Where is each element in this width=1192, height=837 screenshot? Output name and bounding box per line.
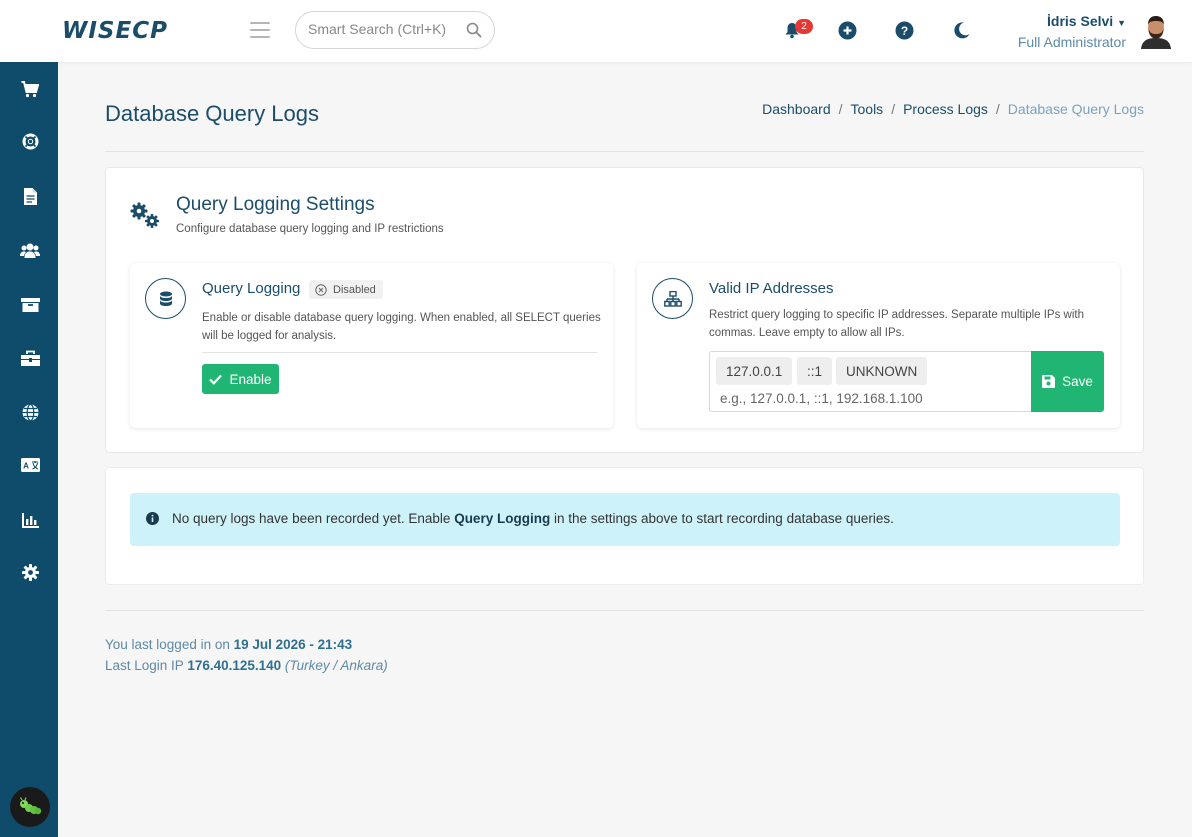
last-login-location: (Turkey / Ankara) xyxy=(284,658,388,673)
valid-ip-panel: Valid IP Addresses Restrict query loggin… xyxy=(637,263,1120,428)
sidebar-item-domains[interactable] xyxy=(19,401,41,423)
user-menu-toggle[interactable]: İdris Selvi ▼ xyxy=(1047,13,1126,29)
sidebar-item-invoices[interactable] xyxy=(19,185,41,207)
help-circle-icon[interactable]: ? xyxy=(895,21,915,41)
user-role: Full Administrator xyxy=(1017,34,1126,50)
settings-subtitle: Configure database query logging and IP … xyxy=(176,223,444,235)
add-circle-icon[interactable] xyxy=(838,21,858,41)
sidebar-item-products[interactable] xyxy=(19,293,41,315)
query-logging-description: Enable or disable database query logging… xyxy=(202,312,601,342)
top-header: WISECP 2 ? İdris Selvi ▼ Full Administra… xyxy=(0,0,1192,62)
footer-divider xyxy=(105,610,1144,611)
status-badge: Disabled xyxy=(309,280,383,299)
breadcrumb: Dashboard / Tools / Process Logs / Database Qu… xyxy=(762,101,1144,117)
query-logging-settings-card: Query Logging Settings Configure databas… xyxy=(105,167,1144,453)
enable-button[interactable]: Enable xyxy=(202,364,279,394)
sidebar-item-tools[interactable] xyxy=(19,347,41,369)
wisecp-logo[interactable]: WISECP xyxy=(62,18,168,44)
ip-tag[interactable]: ::1 xyxy=(797,357,833,385)
sidebar-item-reports[interactable] xyxy=(19,509,41,531)
settings-title: Query Logging Settings xyxy=(176,194,375,215)
title-divider xyxy=(105,151,1144,152)
sidebar-item-orders[interactable] xyxy=(19,78,41,100)
user-name: İdris Selvi xyxy=(1047,13,1114,29)
caterpillar-icon xyxy=(19,797,42,815)
menu-toggle-button[interactable] xyxy=(250,22,270,39)
divider xyxy=(202,352,597,353)
lifebuoy-icon xyxy=(22,133,38,149)
cart-icon xyxy=(21,80,39,97)
last-login-ip: 176.40.125.140 xyxy=(187,658,282,673)
users-icon xyxy=(20,243,40,258)
page-title: Database Query Logs xyxy=(105,101,320,126)
search-input[interactable] xyxy=(308,21,458,37)
query-logging-panel: Query Logging Disabled Enable or disable… xyxy=(130,263,613,428)
caret-down-icon: ▼ xyxy=(1117,18,1126,28)
notification-count-badge: 2 xyxy=(795,19,813,34)
moon-icon[interactable] xyxy=(952,21,972,41)
save-button[interactable]: Save xyxy=(1031,351,1104,412)
info-alert: No query logs have been recorded yet. En… xyxy=(130,493,1120,546)
breadcrumb-process-logs[interactable]: Process Logs xyxy=(903,101,988,117)
avatar[interactable] xyxy=(1139,13,1173,49)
svg-text:?: ? xyxy=(901,24,908,38)
last-login-date: 19 Jul 2026 - 21:43 xyxy=(233,637,353,652)
floppy-disk-icon xyxy=(1042,375,1056,388)
search-icon[interactable] xyxy=(466,22,482,43)
valid-ip-title: Valid IP Addresses xyxy=(709,280,834,297)
toolbox-icon xyxy=(20,350,40,366)
box-icon xyxy=(20,297,40,312)
sidebar-item-users[interactable] xyxy=(19,239,41,261)
last-login-ip-info: Last Login IP 176.40.125.140 (Turkey / A… xyxy=(105,658,388,673)
ip-tag[interactable]: UNKNOWN xyxy=(836,357,928,385)
check-icon xyxy=(209,374,223,385)
alert-message: No query logs have been recorded yet. En… xyxy=(172,511,894,526)
chart-icon xyxy=(21,512,39,528)
info-icon xyxy=(146,512,159,528)
document-icon xyxy=(23,187,37,205)
sidebar-item-settings[interactable] xyxy=(19,561,41,583)
svg-text:A: A xyxy=(23,462,29,471)
smart-search[interactable] xyxy=(295,11,495,49)
assistant-bot-button[interactable] xyxy=(10,787,50,827)
language-icon: A xyxy=(20,458,40,472)
sidebar-item-support[interactable] xyxy=(19,130,41,152)
valid-ip-description: Restrict query logging to specific IP ad… xyxy=(709,309,1084,339)
database-icon xyxy=(145,278,186,319)
ip-address-field[interactable] xyxy=(720,391,1020,406)
gears-icon xyxy=(129,202,161,235)
sidebar-item-languages[interactable]: A xyxy=(19,454,41,476)
network-icon xyxy=(652,278,693,319)
ip-tags-input[interactable]: 127.0.0.1 ::1 UNKNOWN xyxy=(709,351,1031,412)
query-logging-title: Query Logging xyxy=(202,280,301,297)
last-login-info: You last logged in on 19 Jul 2026 - 21:4… xyxy=(105,637,353,652)
breadcrumb-dashboard[interactable]: Dashboard xyxy=(762,101,831,117)
query-logs-card: No query logs have been recorded yet. En… xyxy=(105,467,1144,585)
breadcrumb-tools[interactable]: Tools xyxy=(851,101,884,117)
globe-icon xyxy=(22,403,38,421)
ip-tag[interactable]: 127.0.0.1 xyxy=(716,357,793,385)
x-circle-icon xyxy=(315,283,327,296)
breadcrumb-current: Database Query Logs xyxy=(1007,101,1144,117)
status-text: Disabled xyxy=(333,283,376,296)
sidebar: A xyxy=(0,62,58,837)
gear-icon xyxy=(21,563,39,581)
